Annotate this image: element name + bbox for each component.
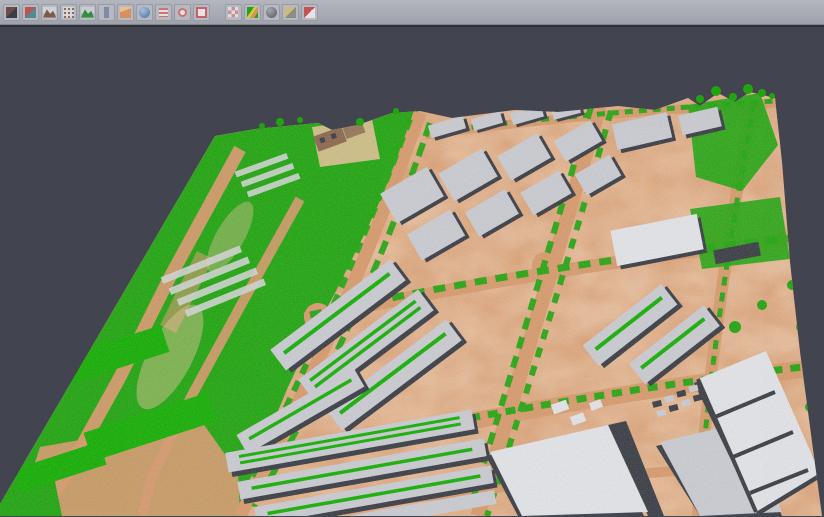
point-cloud-icon [61, 5, 76, 20]
elevation-column-button[interactable] [98, 4, 115, 21]
globe-view-icon [137, 5, 152, 20]
shaded-sphere-button[interactable] [263, 4, 280, 21]
profile-lines-button[interactable] [155, 4, 172, 21]
viewport-3d[interactable] [0, 25, 824, 516]
elevation-column-icon [99, 5, 114, 20]
main-toolbar [0, 0, 824, 25]
orthophoto-icon [118, 5, 133, 20]
register-clouds-button[interactable] [22, 4, 39, 21]
circle-select-icon [175, 5, 190, 20]
flag-marker-button[interactable] [301, 4, 318, 21]
open-dataset-button[interactable] [3, 4, 20, 21]
flag-marker-icon [302, 5, 317, 20]
terrain-model-icon [42, 5, 57, 20]
classification-map-button[interactable] [244, 4, 261, 21]
point-cloud-button[interactable] [60, 4, 77, 21]
vegetation-model-button[interactable] [79, 4, 96, 21]
application-window [0, 0, 824, 517]
measure-tool-button[interactable] [282, 4, 299, 21]
shaded-sphere-icon [264, 5, 279, 20]
orthophoto-button[interactable] [117, 4, 134, 21]
classification-map-icon [245, 5, 260, 20]
clip-grid-button[interactable] [225, 4, 242, 21]
register-clouds-icon [23, 5, 38, 20]
circle-select-button[interactable] [174, 4, 191, 21]
globe-view-button[interactable] [136, 4, 153, 21]
point-cloud-render [0, 27, 824, 516]
open-dataset-icon [4, 5, 19, 20]
profile-lines-icon [156, 5, 171, 20]
rectangle-select-icon [194, 5, 209, 20]
terrain-model-button[interactable] [41, 4, 58, 21]
pointcloud-speckle-dark [0, 87, 824, 516]
clip-grid-icon [226, 5, 241, 20]
rectangle-select-button[interactable] [193, 4, 210, 21]
vegetation-model-icon [80, 5, 95, 20]
measure-tool-icon [283, 5, 298, 20]
